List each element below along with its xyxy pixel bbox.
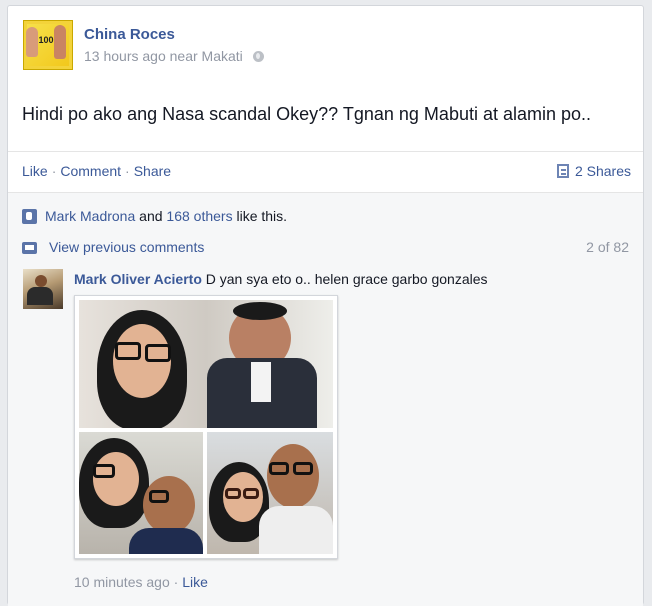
photo-panel-top	[79, 300, 333, 428]
post-actions: Like · Comment · Share	[22, 163, 172, 179]
share-link[interactable]: Share	[134, 163, 171, 179]
globe-icon[interactable]	[252, 51, 264, 62]
post-text: Hindi po ako ang Nasa scandal Okey?? Tgn…	[22, 104, 592, 124]
others-link[interactable]: 168 others	[166, 208, 232, 224]
view-previous-comments[interactable]: View previous comments	[22, 239, 204, 255]
comment-photo[interactable]	[74, 295, 338, 559]
comment-bubble-icon	[22, 242, 37, 254]
thumbs-up-icon	[22, 209, 37, 224]
comment-count: 2 of 82	[586, 239, 629, 255]
comment: Mark Oliver Acierto D yan sya eto o.. he…	[74, 271, 488, 287]
comment-timestamp[interactable]: 10 minutes ago	[74, 574, 170, 590]
post-meta: 13 hours ago near Makati	[84, 48, 264, 64]
comment-like-link[interactable]: Like	[182, 574, 208, 590]
shares-icon	[556, 164, 569, 178]
photo-panel-bottom-left	[79, 432, 203, 554]
comment-text: D yan sya eto o.. helen grace garbo gonz…	[205, 271, 488, 287]
shares-count[interactable]: 2 Shares	[556, 163, 631, 179]
post-timestamp[interactable]: 13 hours ago	[84, 48, 166, 64]
comment-link[interactable]: Comment	[60, 163, 121, 179]
liker-name[interactable]: Mark Madrona	[45, 208, 135, 224]
poster-name[interactable]: China Roces	[84, 26, 175, 43]
page-avatar[interactable]: 100	[23, 20, 73, 70]
divider	[8, 151, 643, 152]
post-card: 100 China Roces 13 hours ago near Makati…	[7, 5, 644, 606]
likes-sentence: Mark Madrona and 168 others like this.	[22, 208, 287, 224]
commenter-avatar[interactable]	[23, 269, 63, 309]
photo-panel-bottom-right	[207, 432, 333, 554]
post-location[interactable]: near Makati	[170, 48, 243, 64]
commenter-name[interactable]: Mark Oliver Acierto	[74, 271, 202, 287]
comment-meta: 10 minutes ago · Like	[74, 574, 208, 590]
like-link[interactable]: Like	[22, 163, 48, 179]
